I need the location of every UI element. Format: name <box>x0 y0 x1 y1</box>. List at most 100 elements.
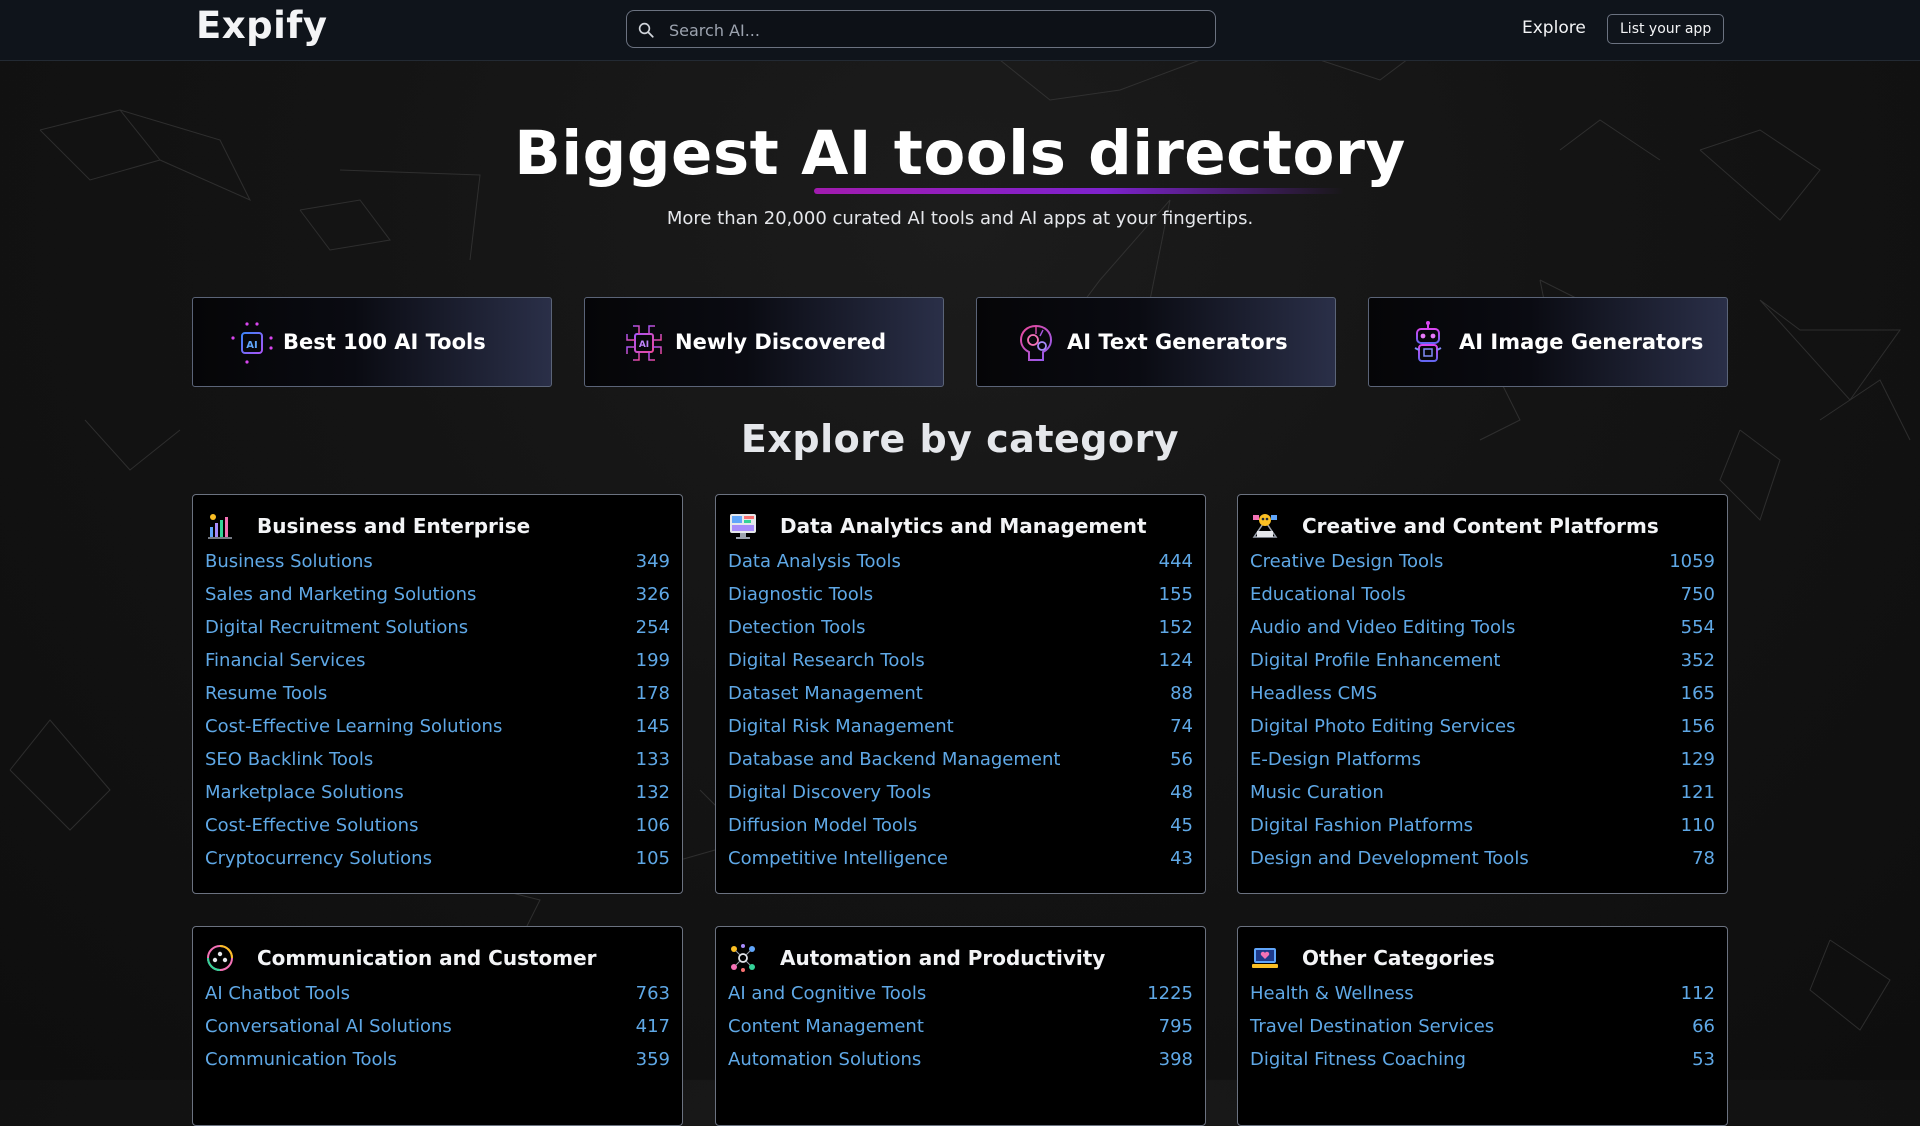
featured-label: AI Image Generators <box>1459 330 1704 354</box>
featured-card-newly-discovered[interactable]: AI Newly Discovered <box>584 297 944 387</box>
category-link[interactable]: Resume Tools <box>205 683 327 704</box>
category-row: Digital Profile Enhancement 352 <box>1238 650 1727 683</box>
category-link[interactable]: Database and Backend Management <box>728 749 1060 770</box>
hero-title-prefix: Biggest <box>514 118 802 189</box>
tool-count: 326 <box>635 584 670 605</box>
category-link[interactable]: Health & Wellness <box>1250 983 1414 1004</box>
category-link[interactable]: Business Solutions <box>205 551 373 572</box>
category-row: Communication Tools 359 <box>193 1049 682 1082</box>
category-link[interactable]: Cost-Effective Learning Solutions <box>205 716 502 737</box>
category-row: E-Design Platforms 129 <box>1238 749 1727 782</box>
list-your-app-button[interactable]: List your app <box>1607 14 1725 44</box>
tool-count: 155 <box>1158 584 1193 605</box>
category-list: AI Chatbot Tools 763 Conversational AI So… <box>193 983 682 1082</box>
explore-by-category-title: Explore by category <box>740 417 1180 461</box>
category-title: Communication and Customer <box>257 946 597 970</box>
search-box[interactable] <box>626 10 1216 49</box>
category-link[interactable]: AI and Cognitive Tools <box>728 983 926 1004</box>
tool-count: 112 <box>1680 983 1715 1004</box>
category-link[interactable]: Detection Tools <box>728 617 866 638</box>
category-list: Business Solutions 349 Sales and Marketin… <box>193 551 682 881</box>
category-row: SEO Backlink Tools 133 <box>193 749 682 782</box>
category-link[interactable]: Cost-Effective Solutions <box>205 815 418 836</box>
category-link[interactable]: AI Chatbot Tools <box>205 983 350 1004</box>
tool-count: 444 <box>1158 551 1193 572</box>
category-card-other: Other Categories Health & Wellness 112 Tr… <box>1237 926 1728 1126</box>
category-link[interactable]: Automation Solutions <box>728 1049 921 1070</box>
category-link[interactable]: Digital Recruitment Solutions <box>205 617 468 638</box>
svg-text:AI: AI <box>639 340 649 350</box>
category-row: Data Analysis Tools 444 <box>716 551 1205 584</box>
tool-count: 417 <box>635 1016 670 1037</box>
featured-card-ai-image-generators[interactable]: AI Image Generators <box>1368 297 1728 387</box>
search-input[interactable] <box>667 11 1211 49</box>
brain-gear-icon <box>1019 324 1053 361</box>
category-link[interactable]: Creative Design Tools <box>1250 551 1443 572</box>
category-row: Creative Design Tools 1059 <box>1238 551 1727 584</box>
category-row: Resume Tools 178 <box>193 683 682 716</box>
category-link[interactable]: E-Design Platforms <box>1250 749 1421 770</box>
category-link[interactable]: Content Management <box>728 1016 924 1037</box>
category-link[interactable]: Dataset Management <box>728 683 923 704</box>
category-row: Digital Recruitment Solutions 254 <box>193 617 682 650</box>
category-link[interactable]: Design and Development Tools <box>1250 848 1529 869</box>
category-card-automation: Automation and Productivity AI and Cogni… <box>715 926 1206 1126</box>
top-navbar: Expify Explore List your app <box>0 0 1920 61</box>
category-link[interactable]: Diffusion Model Tools <box>728 815 917 836</box>
tool-count: 1225 <box>1147 983 1193 1004</box>
category-link[interactable]: Travel Destination Services <box>1250 1016 1494 1037</box>
category-link[interactable]: Educational Tools <box>1250 584 1406 605</box>
tool-count: 165 <box>1680 683 1715 704</box>
category-row: Diffusion Model Tools 45 <box>716 815 1205 848</box>
category-link[interactable]: Financial Services <box>205 650 365 671</box>
creative-palette-icon <box>1252 514 1278 538</box>
category-link[interactable]: Headless CMS <box>1250 683 1377 704</box>
category-link[interactable]: Marketplace Solutions <box>205 782 404 803</box>
tool-count: 66 <box>1692 1016 1715 1037</box>
ai-circuit-icon: AI <box>626 325 662 361</box>
featured-card-best-100[interactable]: AI Best 100 AI Tools <box>192 297 552 387</box>
tool-count: 763 <box>635 983 670 1004</box>
category-row: Financial Services 199 <box>193 650 682 683</box>
category-link[interactable]: Communication Tools <box>205 1049 397 1070</box>
category-link[interactable]: Music Curation <box>1250 782 1384 803</box>
category-row: Cost-Effective Solutions 106 <box>193 815 682 848</box>
category-link[interactable]: Digital Research Tools <box>728 650 925 671</box>
category-link[interactable]: Sales and Marketing Solutions <box>205 584 476 605</box>
category-row: Marketplace Solutions 132 <box>193 782 682 815</box>
category-row: AI and Cognitive Tools 1225 <box>716 983 1205 1016</box>
featured-card-ai-text-generators[interactable]: AI Text Generators <box>976 297 1336 387</box>
category-link[interactable]: Conversational AI Solutions <box>205 1016 452 1037</box>
category-link[interactable]: Cryptocurrency Solutions <box>205 848 432 869</box>
tool-count: 106 <box>635 815 670 836</box>
category-row: Business Solutions 349 <box>193 551 682 584</box>
hero-title-underline <box>814 188 1344 194</box>
category-link[interactable]: Digital Fashion Platforms <box>1250 815 1473 836</box>
category-link[interactable]: Competitive Intelligence <box>728 848 948 869</box>
ai-chip-icon: AI <box>231 322 273 364</box>
category-list: AI and Cognitive Tools 1225 Content Manag… <box>716 983 1205 1082</box>
category-link[interactable]: SEO Backlink Tools <box>205 749 373 770</box>
site-logo[interactable]: Expify <box>196 4 328 47</box>
category-link[interactable]: Diagnostic Tools <box>728 584 873 605</box>
tool-count: 56 <box>1170 749 1193 770</box>
tool-count: 359 <box>635 1049 670 1070</box>
category-link[interactable]: Audio and Video Editing Tools <box>1250 617 1515 638</box>
tool-count: 53 <box>1692 1049 1715 1070</box>
category-card-data-analytics: Data Analytics and Management Data Analy… <box>715 494 1206 894</box>
category-link[interactable]: Digital Photo Editing Services <box>1250 716 1515 737</box>
category-link[interactable]: Digital Risk Management <box>728 716 954 737</box>
category-link[interactable]: Digital Discovery Tools <box>728 782 931 803</box>
tool-count: 48 <box>1170 782 1193 803</box>
category-row: Digital Photo Editing Services 156 <box>1238 716 1727 749</box>
category-link[interactable]: Data Analysis Tools <box>728 551 901 572</box>
category-row: Detection Tools 152 <box>716 617 1205 650</box>
tool-count: 156 <box>1680 716 1715 737</box>
tool-count: 145 <box>635 716 670 737</box>
category-link[interactable]: Digital Profile Enhancement <box>1250 650 1500 671</box>
tool-count: 88 <box>1170 683 1193 704</box>
nav-explore-link[interactable]: Explore <box>1522 18 1586 38</box>
tool-count: 254 <box>635 617 670 638</box>
category-link[interactable]: Digital Fitness Coaching <box>1250 1049 1466 1070</box>
category-row: Music Curation 121 <box>1238 782 1727 815</box>
